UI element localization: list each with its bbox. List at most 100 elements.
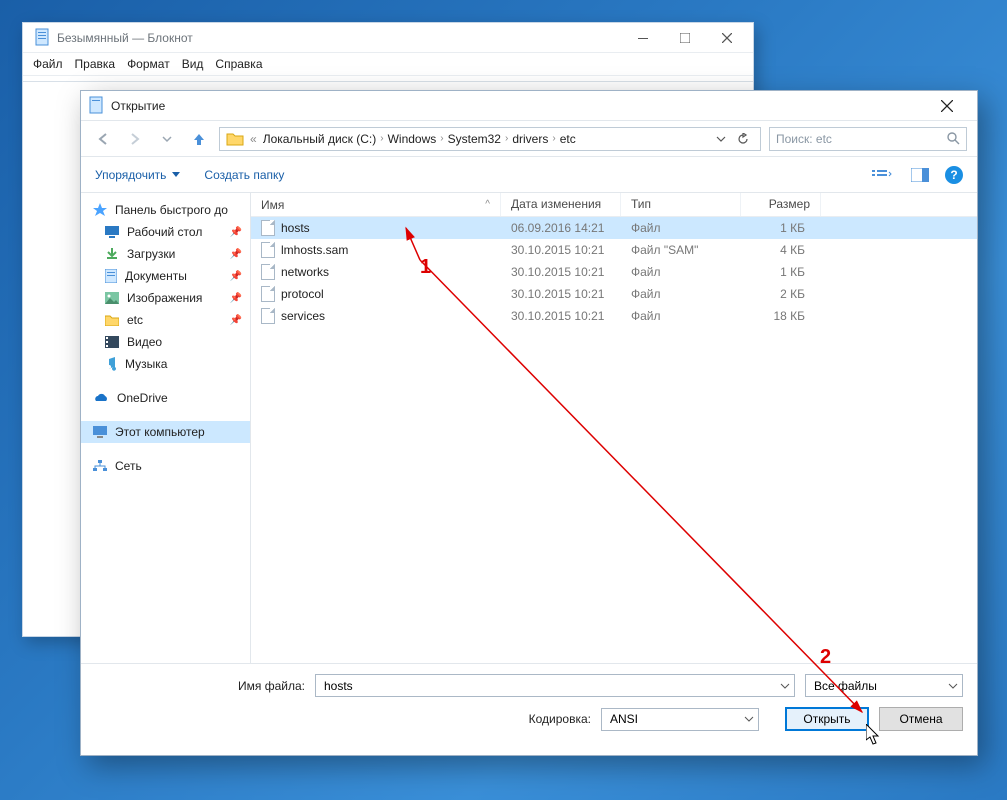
column-header-type[interactable]: Тип: [621, 193, 741, 216]
filename-input[interactable]: hosts: [315, 674, 795, 697]
notepad-titlebar[interactable]: Безымянный — Блокнот: [23, 23, 753, 53]
sidebar-item-pictures[interactable]: Изображения📌: [81, 287, 250, 309]
folder-icon: [105, 314, 119, 326]
file-name: services: [281, 309, 325, 323]
filename-value: hosts: [324, 679, 353, 693]
video-icon: [105, 336, 119, 348]
file-icon: [261, 264, 275, 280]
chevron-down-icon: [172, 171, 180, 179]
mouse-cursor-icon: [866, 724, 883, 746]
dialog-titlebar[interactable]: Открытие: [81, 91, 977, 121]
sidebar-item-video[interactable]: Видео: [81, 331, 250, 353]
sort-indicator-icon: ^: [485, 199, 490, 210]
sidebar-item-desktop[interactable]: Рабочий стол 📌: [81, 221, 250, 243]
encoding-value: ANSI: [610, 712, 638, 726]
sidebar-quick-access[interactable]: Панель быстрого до: [81, 199, 250, 221]
column-header-name[interactable]: Имя^: [251, 193, 501, 216]
file-type-filter[interactable]: Все файлы: [805, 674, 963, 697]
file-type: Файл: [621, 287, 741, 301]
sidebar-label: Загрузки: [127, 247, 175, 261]
sidebar-label: Рабочий стол: [127, 225, 202, 239]
chevron-right-icon: ›: [440, 133, 443, 144]
sidebar-onedrive[interactable]: OneDrive: [81, 387, 250, 409]
network-icon: [93, 460, 107, 472]
sidebar-network[interactable]: Сеть: [81, 455, 250, 477]
dialog-close-button[interactable]: [925, 92, 969, 120]
search-icon: [947, 132, 960, 145]
view-options-button[interactable]: [869, 164, 895, 186]
chevron-down-icon[interactable]: [948, 681, 958, 691]
cancel-button[interactable]: Отмена: [879, 707, 963, 731]
nav-up-button[interactable]: [187, 127, 211, 151]
sidebar-label: Видео: [127, 335, 162, 349]
sidebar-item-downloads[interactable]: Загрузки📌: [81, 243, 250, 265]
address-dropdown-button[interactable]: [710, 128, 732, 150]
file-row[interactable]: protocol30.10.2015 10:21Файл2 КБ: [251, 283, 977, 305]
file-row[interactable]: hosts06.09.2016 14:21Файл1 КБ: [251, 217, 977, 239]
menu-format[interactable]: Формат: [127, 57, 170, 71]
file-type: Файл "SAM": [621, 243, 741, 257]
menu-help[interactable]: Справка: [215, 57, 262, 71]
sidebar-label: Изображения: [127, 291, 202, 305]
chevron-down-icon[interactable]: [780, 681, 790, 691]
file-row[interactable]: services30.10.2015 10:21Файл18 КБ: [251, 305, 977, 327]
column-header-date[interactable]: Дата изменения: [501, 193, 621, 216]
chevron-down-icon[interactable]: [744, 714, 754, 724]
nav-back-button[interactable]: [91, 127, 115, 151]
dialog-navbar: « Локальный диск (C:)› Windows› System32…: [81, 121, 977, 157]
new-folder-label: Создать папку: [204, 168, 284, 182]
address-bar[interactable]: « Локальный диск (C:)› Windows› System32…: [219, 127, 761, 151]
chevron-right-icon: ›: [505, 133, 508, 144]
open-button[interactable]: Открыть: [785, 707, 869, 731]
file-type: Файл: [621, 265, 741, 279]
file-date: 30.10.2015 10:21: [501, 243, 621, 257]
pin-icon: 📌: [230, 227, 242, 238]
menu-edit[interactable]: Правка: [75, 57, 116, 71]
breadcrumb-item[interactable]: Windows: [388, 132, 437, 146]
file-date: 30.10.2015 10:21: [501, 287, 621, 301]
sidebar-this-pc[interactable]: Этот компьютер: [81, 421, 250, 443]
breadcrumb-overflow-icon[interactable]: «: [250, 132, 257, 146]
sidebar-item-etc[interactable]: etc📌: [81, 309, 250, 331]
breadcrumb-item[interactable]: drivers: [512, 132, 548, 146]
close-button[interactable]: [707, 24, 747, 52]
nav-forward-button[interactable]: [123, 127, 147, 151]
new-folder-button[interactable]: Создать папку: [204, 168, 284, 182]
breadcrumb-item[interactable]: etc: [560, 132, 576, 146]
breadcrumb-item[interactable]: System32: [448, 132, 501, 146]
refresh-button[interactable]: [732, 128, 754, 150]
file-icon: [261, 242, 275, 258]
menu-file[interactable]: Файл: [33, 57, 63, 71]
breadcrumb-item[interactable]: Локальный диск (C:): [263, 132, 377, 146]
file-type: Файл: [621, 309, 741, 323]
notepad-menu: Файл Правка Формат Вид Справка: [23, 53, 753, 76]
dialog-toolbar: Упорядочить Создать папку ?: [81, 157, 977, 193]
file-row[interactable]: networks30.10.2015 10:21Файл1 КБ: [251, 261, 977, 283]
sidebar-item-documents[interactable]: Документы📌: [81, 265, 250, 287]
encoding-select[interactable]: ANSI: [601, 708, 759, 731]
pin-icon: 📌: [230, 315, 242, 326]
file-row[interactable]: lmhosts.sam30.10.2015 10:21Файл "SAM"4 К…: [251, 239, 977, 261]
preview-pane-button[interactable]: [907, 164, 933, 186]
file-date: 30.10.2015 10:21: [501, 265, 621, 279]
monitor-icon: [93, 426, 107, 438]
file-date: 06.09.2016 14:21: [501, 221, 621, 235]
file-icon: [261, 286, 275, 302]
minimize-button[interactable]: [623, 24, 663, 52]
column-header-size[interactable]: Размер: [741, 193, 821, 216]
notepad-title: Безымянный — Блокнот: [57, 31, 623, 45]
maximize-button[interactable]: [665, 24, 705, 52]
sidebar-item-music[interactable]: Музыка: [81, 353, 250, 375]
sidebar-label: Панель быстрого до: [115, 203, 228, 217]
chevron-right-icon: ›: [552, 133, 555, 144]
file-name: lmhosts.sam: [281, 243, 348, 257]
documents-icon: [105, 269, 117, 283]
organize-button[interactable]: Упорядочить: [95, 168, 180, 182]
pin-icon: 📌: [230, 271, 242, 282]
help-button[interactable]: ?: [945, 166, 963, 184]
search-input[interactable]: Поиск: etc: [769, 127, 967, 151]
file-name: protocol: [281, 287, 324, 301]
pictures-icon: [105, 292, 119, 304]
nav-recent-button[interactable]: [155, 127, 179, 151]
menu-view[interactable]: Вид: [182, 57, 204, 71]
